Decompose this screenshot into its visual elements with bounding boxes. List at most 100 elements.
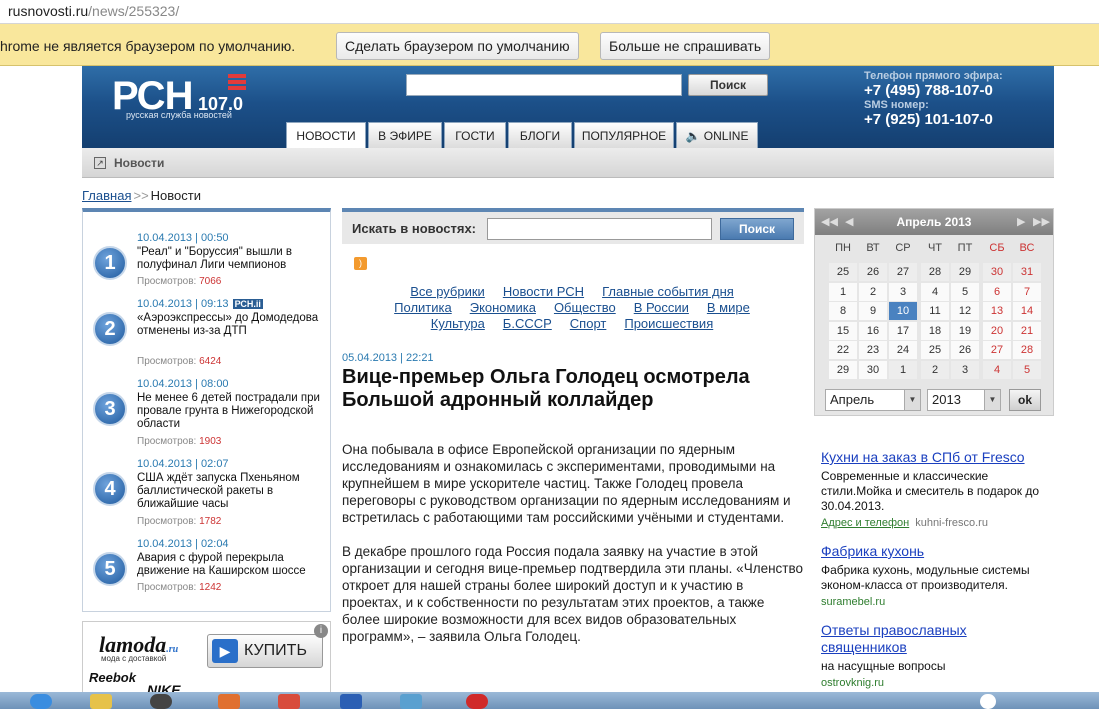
- ad-url[interactable]: suramebel.ru: [821, 596, 1051, 608]
- calendar-day[interactable]: 5: [951, 282, 979, 301]
- calendar-day[interactable]: 5: [1013, 360, 1041, 379]
- rubric-link[interactable]: Общество: [554, 300, 616, 315]
- news-title[interactable]: Не менее 6 детей пострадали при провале …: [137, 392, 327, 431]
- ad-title[interactable]: Кухни на заказ в СПб от Fresco: [821, 449, 1051, 466]
- news-title[interactable]: США ждёт запуска Пхеньяном баллистическо…: [137, 472, 327, 511]
- ad-block[interactable]: Ответы православных священников на насущ…: [821, 622, 1051, 689]
- header-search-input[interactable]: [406, 74, 682, 96]
- tab-guests[interactable]: ГОСТИ: [444, 122, 506, 148]
- set-default-browser-button[interactable]: Сделать браузером по умолчанию: [336, 32, 579, 60]
- calendar-day[interactable]: 21: [1013, 321, 1041, 340]
- calendar-day[interactable]: 4: [921, 282, 949, 301]
- tray-icon[interactable]: [980, 694, 996, 709]
- calendar-day[interactable]: 25: [921, 341, 949, 359]
- calendar-day[interactable]: 15: [829, 321, 857, 340]
- calendar-day[interactable]: 3: [951, 360, 979, 379]
- ad-block[interactable]: Кухни на заказ в СПб от Fresco Современн…: [821, 449, 1051, 529]
- rubric-link[interactable]: Главные события дня: [602, 284, 734, 299]
- ad-url[interactable]: Адрес и телефон kuhni-fresco.ru: [821, 517, 1051, 529]
- rubric-link[interactable]: Экономика: [470, 300, 536, 315]
- word-icon[interactable]: [340, 694, 362, 709]
- calendar-day[interactable]: 27: [889, 263, 917, 281]
- calendar-day[interactable]: 30: [859, 360, 887, 379]
- ad-title[interactable]: Фабрика кухонь: [821, 543, 1051, 560]
- news-search-button[interactable]: Поиск: [720, 218, 794, 240]
- app-icon[interactable]: [278, 694, 300, 709]
- calendar-day[interactable]: 29: [951, 263, 979, 281]
- rubric-link[interactable]: Происшествия: [624, 316, 713, 331]
- calendar-day[interactable]: 30: [983, 263, 1011, 281]
- tab-online[interactable]: 🔈 ONLINE: [676, 122, 758, 148]
- calendar-day[interactable]: 3: [889, 282, 917, 301]
- month-select[interactable]: Апрель ▼: [825, 389, 921, 411]
- ad-contact-link[interactable]: Адрес и телефон: [821, 517, 909, 529]
- site-logo[interactable]: РСН 107.0 русская служба новостей: [112, 74, 246, 120]
- next-year-icon[interactable]: ▶▶: [1033, 215, 1050, 228]
- news-title[interactable]: «Аэроэкспрессы» до Домодедова отменены и…: [137, 312, 327, 338]
- year-select[interactable]: 2013 ▼: [927, 389, 1001, 411]
- ad-info-icon[interactable]: i: [314, 624, 328, 638]
- calendar-day[interactable]: 2: [921, 360, 949, 379]
- calendar-day[interactable]: 14: [1013, 302, 1041, 320]
- calendar-day[interactable]: 27: [983, 341, 1011, 359]
- calendar-day[interactable]: 28: [1013, 341, 1041, 359]
- calendar-day[interactable]: 2: [859, 282, 887, 301]
- rubric-link[interactable]: Культура: [431, 316, 485, 331]
- explorer-icon[interactable]: [90, 694, 112, 709]
- header-search-button[interactable]: Поиск: [688, 74, 768, 96]
- start-button-icon[interactable]: [30, 694, 52, 709]
- calendar-ok-button[interactable]: ok: [1009, 389, 1041, 411]
- news-title[interactable]: "Реал" и "Боруссия" вышли в полуфинал Ли…: [137, 246, 327, 272]
- calendar-day[interactable]: 28: [921, 263, 949, 281]
- app-icon[interactable]: [218, 694, 240, 709]
- rubric-link[interactable]: Все рубрики: [410, 284, 485, 299]
- calendar-day[interactable]: 25: [829, 263, 857, 281]
- calendar-day[interactable]: 29: [829, 360, 857, 379]
- rubric-link[interactable]: Спорт: [570, 316, 607, 331]
- rubric-link[interactable]: Новости РСН: [503, 284, 584, 299]
- calendar-day[interactable]: 19: [951, 321, 979, 340]
- rubric-link[interactable]: В России: [634, 300, 689, 315]
- news-search-input[interactable]: [487, 218, 712, 240]
- calendar-day[interactable]: 18: [921, 321, 949, 340]
- calendar-day[interactable]: 7: [1013, 282, 1041, 301]
- media-player-icon[interactable]: [150, 694, 172, 709]
- calendar-day[interactable]: 24: [889, 341, 917, 359]
- calendar-day[interactable]: 22: [829, 341, 857, 359]
- browser-icon[interactable]: [466, 694, 488, 709]
- rubric-link[interactable]: Политика: [394, 300, 452, 315]
- calendar-day[interactable]: 16: [859, 321, 887, 340]
- calendar-day[interactable]: 1: [829, 282, 857, 301]
- calendar-day[interactable]: 17: [889, 321, 917, 340]
- calendar-day[interactable]: 20: [983, 321, 1011, 340]
- calendar-day[interactable]: 23: [859, 341, 887, 359]
- tab-blogs[interactable]: БЛОГИ: [508, 122, 572, 148]
- calendar-day[interactable]: 10: [889, 302, 917, 320]
- ad-url[interactable]: ostrovknig.ru: [821, 677, 1051, 689]
- ad-title[interactable]: Ответы православных священников: [821, 622, 1051, 656]
- rubric-link[interactable]: В мире: [707, 300, 750, 315]
- breadcrumb-home[interactable]: Главная: [82, 188, 131, 203]
- calendar-day[interactable]: 4: [983, 360, 1011, 379]
- rss-icon[interactable]: ): [354, 257, 367, 270]
- url-text[interactable]: rusnovosti.ru/news/255323/: [8, 3, 179, 19]
- buy-button[interactable]: ▶ КУПИТЬ: [207, 634, 323, 668]
- tab-news[interactable]: НОВОСТИ: [286, 122, 366, 148]
- calendar-day[interactable]: 9: [859, 302, 887, 320]
- news-title[interactable]: Авария с фурой перекрыла движение на Каш…: [137, 552, 327, 578]
- calendar-day[interactable]: 8: [829, 302, 857, 320]
- calendar-day[interactable]: 6: [983, 282, 1011, 301]
- calendar-day[interactable]: 26: [951, 341, 979, 359]
- next-month-icon[interactable]: ▶: [1017, 215, 1025, 228]
- calendar-day[interactable]: 1: [889, 360, 917, 379]
- tab-popular[interactable]: ПОПУЛЯРНОЕ: [574, 122, 674, 148]
- rubric-link[interactable]: Б.СССР: [503, 316, 552, 331]
- calendar-day[interactable]: 31: [1013, 263, 1041, 281]
- calendar-day[interactable]: 13: [983, 302, 1011, 320]
- calendar-day[interactable]: 12: [951, 302, 979, 320]
- calendar-day[interactable]: 26: [859, 263, 887, 281]
- ad-block[interactable]: Фабрика кухонь Фабрика кухонь, модульные…: [821, 543, 1051, 608]
- calendar-day[interactable]: 11: [921, 302, 949, 320]
- app-icon[interactable]: [400, 694, 422, 709]
- address-bar[interactable]: rusnovosti.ru/news/255323/: [0, 0, 1099, 24]
